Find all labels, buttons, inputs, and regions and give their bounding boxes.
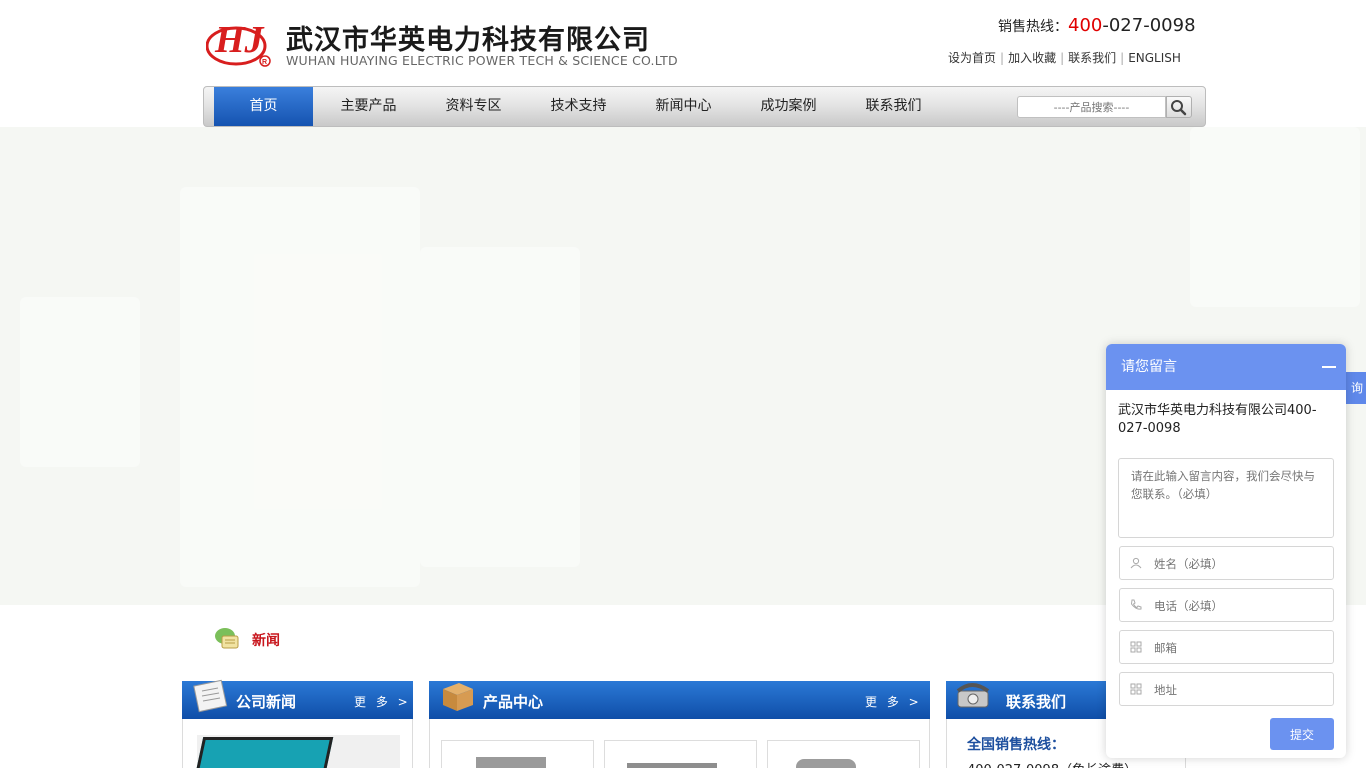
address-input[interactable]	[1154, 681, 1324, 699]
company-news-panel: 公司新闻 更 多 >	[182, 679, 413, 768]
user-icon	[1130, 557, 1142, 569]
name-field[interactable]	[1119, 546, 1334, 580]
panel-title: 公司新闻	[236, 693, 297, 711]
set-homepage-link[interactable]: 设为首页	[948, 51, 996, 65]
submit-button[interactable]: 提交	[1270, 718, 1334, 750]
more-link[interactable]: 更 多 >	[865, 693, 922, 710]
phone-icon	[1130, 599, 1142, 610]
more-link[interactable]: 更 多 >	[354, 693, 411, 710]
minimize-icon[interactable]	[1322, 366, 1336, 368]
product-search-input[interactable]	[1017, 96, 1166, 118]
product-thumb[interactable]	[604, 740, 757, 768]
chat-title: 请您留言	[1121, 359, 1177, 375]
english-link[interactable]: ENGLISH	[1128, 51, 1181, 65]
hotline-label: 销售热线：	[998, 19, 1068, 35]
top-links: 设为首页 | 加入收藏 | 联系我们 | ENGLISH	[948, 49, 1181, 66]
phone-field[interactable]	[1119, 588, 1334, 622]
panel-header: 产品中心 更 多 >	[429, 681, 930, 719]
hotline-prefix: 400	[1068, 15, 1103, 36]
panel-title: 产品中心	[483, 693, 544, 711]
product-thumb[interactable]	[441, 740, 594, 768]
divider: |	[1000, 51, 1005, 65]
nav-home[interactable]: 首页	[214, 87, 313, 126]
sales-hotline: 销售热线：400-027-0098	[998, 15, 1196, 36]
news-image[interactable]	[194, 735, 400, 768]
nav-cases[interactable]: 成功案例	[736, 87, 841, 126]
panel-title: 联系我们	[1006, 693, 1067, 711]
panel-header: 公司新闻 更 多 >	[182, 679, 413, 719]
hotline-number: 400-027-0098	[1068, 15, 1196, 36]
company-name-en: WUHAN HUAYING ELECTRIC POWER TECH & SCIE…	[286, 53, 678, 68]
nav-products[interactable]: 主要产品	[316, 87, 421, 126]
search-button[interactable]	[1166, 96, 1192, 118]
leave-message-widget: 请您留言 武汉市华英电力科技有限公司400-027-0098 提交	[1106, 344, 1346, 758]
svg-text:R: R	[262, 59, 267, 66]
magnifier-icon	[1171, 100, 1187, 116]
contact-us-link[interactable]: 联系我们	[1068, 51, 1116, 65]
name-input[interactable]	[1154, 555, 1324, 573]
telephone-icon	[956, 683, 990, 708]
chat-header: 请您留言	[1106, 344, 1346, 390]
chat-company-info: 武汉市华英电力科技有限公司400-027-0098	[1118, 403, 1317, 436]
sales-hotline-label: 全国销售热线：	[967, 737, 1065, 753]
company-logo[interactable]: HJ R	[205, 12, 272, 68]
hotline-rest: -027-0098	[1102, 15, 1196, 36]
sales-hotline-number: 400-027-0098（免长途费）	[967, 759, 1137, 768]
news-section-label: 新闻	[252, 633, 280, 649]
grid-icon	[1130, 641, 1142, 653]
add-favorite-link[interactable]: 加入收藏	[1008, 51, 1056, 65]
main-nav: 首页 主要产品 资料专区 技术支持 新闻中心 成功案例 联系我们	[203, 86, 1206, 127]
panel-body	[182, 719, 413, 768]
news-section-heading: 新闻	[212, 624, 332, 654]
nav-downloads[interactable]: 资料专区	[421, 87, 526, 126]
phone-input[interactable]	[1154, 597, 1324, 615]
grid-icon	[1130, 683, 1142, 695]
products-panel: 产品中心 更 多 >	[429, 681, 930, 768]
product-thumb[interactable]	[767, 740, 920, 768]
address-field[interactable]	[1119, 672, 1334, 706]
nav-contact[interactable]: 联系我们	[841, 87, 946, 126]
company-name: 武汉市华英电力科技有限公司	[286, 25, 650, 56]
email-input[interactable]	[1154, 639, 1324, 657]
message-textarea[interactable]	[1118, 458, 1334, 538]
news-icon	[215, 628, 239, 649]
nav-support[interactable]: 技术支持	[526, 87, 631, 126]
divider: |	[1060, 51, 1065, 65]
panel-body	[429, 719, 930, 768]
box-icon	[443, 683, 473, 711]
divider: |	[1120, 51, 1125, 65]
svg-text:HJ: HJ	[214, 19, 265, 61]
email-field[interactable]	[1119, 630, 1334, 664]
nav-news[interactable]: 新闻中心	[631, 87, 736, 126]
newspaper-icon	[193, 679, 228, 713]
